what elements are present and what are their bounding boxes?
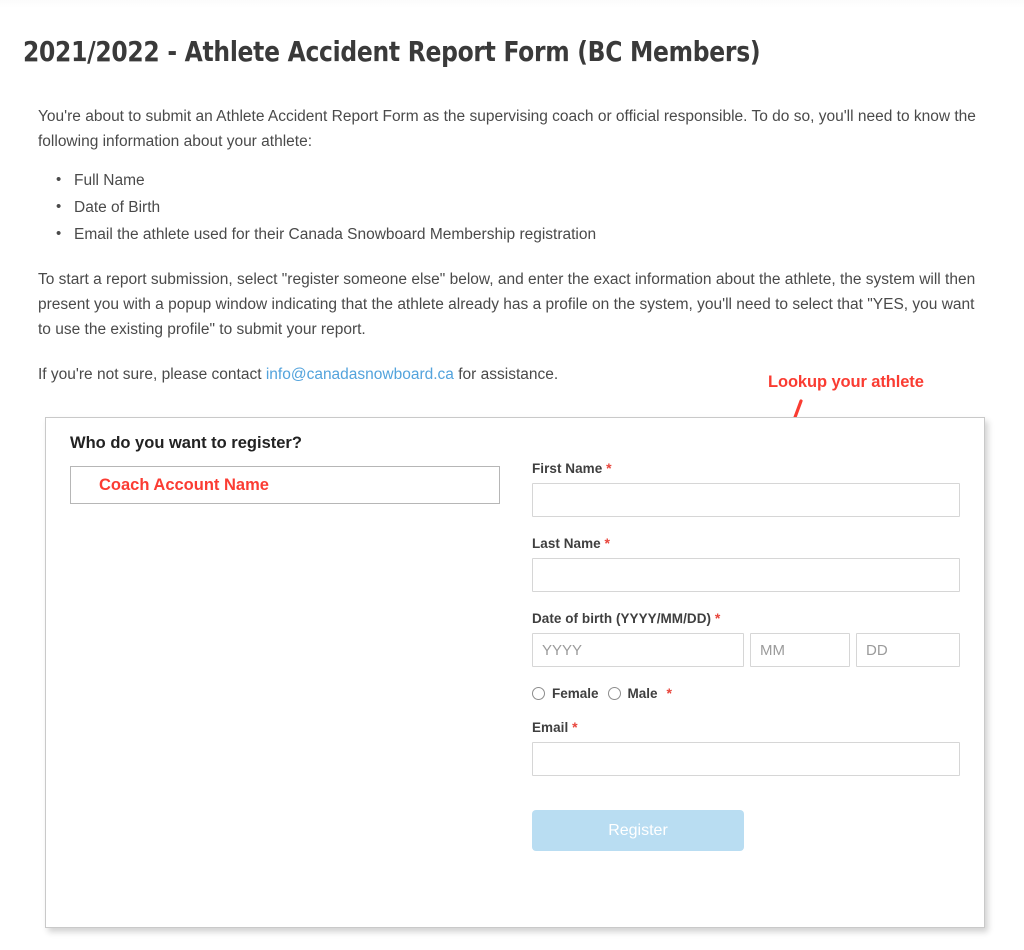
intro-content: You're about to submit an Athlete Accide… bbox=[38, 104, 984, 407]
last-name-label: Last Name * bbox=[532, 535, 960, 551]
first-name-label-text: First Name bbox=[532, 461, 603, 476]
date-of-birth-group: Date of birth (YYYY/MM/DD) * bbox=[532, 610, 960, 667]
dob-month-input[interactable] bbox=[750, 633, 850, 667]
contact-suffix-text: for assistance. bbox=[453, 366, 559, 383]
radio-female-label[interactable]: Female bbox=[552, 686, 599, 701]
first-name-input[interactable] bbox=[532, 483, 960, 517]
last-name-label-text: Last Name bbox=[532, 536, 601, 551]
email-label: Email * bbox=[532, 719, 960, 735]
list-item: Email the athlete used for their Canada … bbox=[56, 221, 984, 247]
coach-account-name: Coach Account Name bbox=[99, 476, 269, 494]
registration-form-panel: Who do you want to register? Coach Accou… bbox=[45, 417, 985, 928]
dob-day-input[interactable] bbox=[856, 633, 960, 667]
annotation-label: Lookup your athlete bbox=[768, 373, 924, 391]
email-input[interactable] bbox=[532, 742, 960, 776]
required-asterisk: * bbox=[572, 719, 578, 735]
date-of-birth-row bbox=[532, 633, 960, 667]
intro-paragraph-2: To start a report submission, select "re… bbox=[38, 271, 976, 338]
radio-male-label[interactable]: Male bbox=[628, 686, 658, 701]
coach-account-box[interactable]: Coach Account Name bbox=[70, 466, 500, 504]
dob-year-input[interactable] bbox=[532, 633, 744, 667]
list-item: Date of Birth bbox=[56, 194, 984, 220]
page-top-band bbox=[0, 0, 1024, 8]
required-asterisk: * bbox=[666, 685, 672, 701]
last-name-input[interactable] bbox=[532, 558, 960, 592]
gender-radio-group: Female Male * bbox=[532, 685, 960, 701]
athlete-fields-column: First Name * Last Name * Date of birth (… bbox=[532, 460, 960, 851]
required-asterisk: * bbox=[604, 535, 611, 551]
first-name-group: First Name * bbox=[532, 460, 960, 517]
required-info-list: Full Name Date of Birth Email the athlet… bbox=[38, 167, 984, 247]
register-question-heading: Who do you want to register? bbox=[70, 434, 302, 452]
last-name-group: Last Name * bbox=[532, 535, 960, 592]
date-of-birth-label-text: Date of birth (YYYY/MM/DD) bbox=[532, 611, 712, 626]
contact-prefix-text: If you're not sure, please contact bbox=[38, 366, 266, 383]
radio-male-icon[interactable] bbox=[607, 686, 621, 700]
first-name-label: First Name * bbox=[532, 460, 960, 476]
email-label-text: Email bbox=[532, 720, 569, 735]
register-button[interactable]: Register bbox=[532, 810, 744, 851]
page-title: 2021/2022 - Athlete Accident Report Form… bbox=[23, 34, 761, 68]
contact-email-link[interactable]: info@canadasnowboard.ca bbox=[266, 366, 454, 383]
radio-female-icon[interactable] bbox=[532, 686, 545, 700]
date-of-birth-label: Date of birth (YYYY/MM/DD) * bbox=[532, 610, 960, 626]
list-item: Full Name bbox=[56, 167, 984, 193]
required-asterisk: * bbox=[606, 460, 612, 476]
required-asterisk: * bbox=[714, 610, 721, 626]
email-group: Email * bbox=[532, 719, 960, 776]
intro-paragraph-1: You're about to submit an Athlete Accide… bbox=[38, 108, 976, 150]
